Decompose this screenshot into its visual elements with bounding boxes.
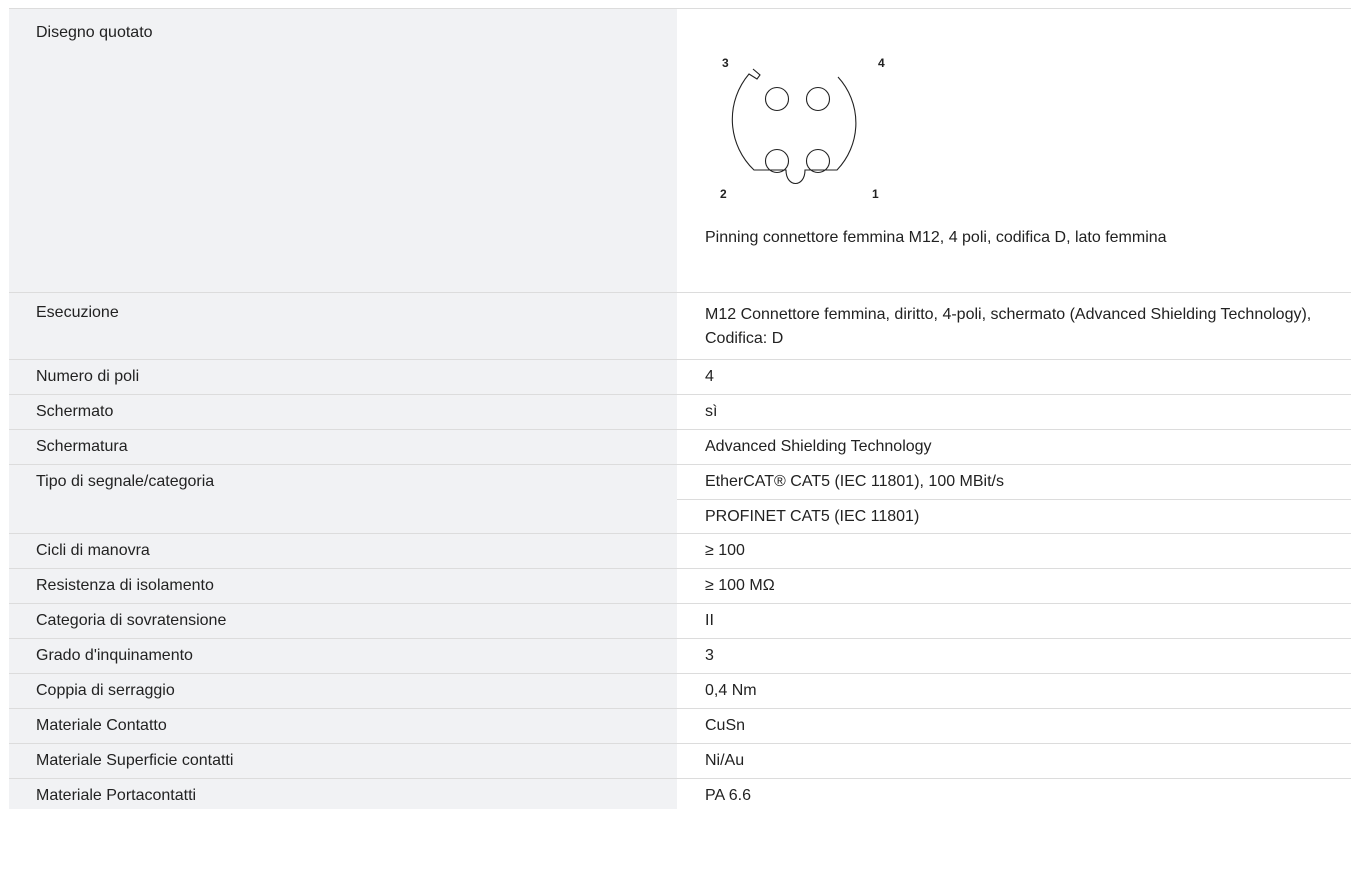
row-label: Resistenza di isolamento <box>9 569 677 603</box>
row-label: Materiale Superficie contatti <box>9 744 677 778</box>
row-value: 4 <box>705 368 714 385</box>
row-label: Categoria di sovratensione <box>9 604 677 638</box>
row-label: Numero di poli <box>9 360 677 394</box>
table-row: Coppia di serraggio 0,4 Nm <box>9 674 1351 709</box>
table-row: Esecuzione M12 Connettore femmina, dirit… <box>9 293 1351 360</box>
row-value: sì <box>705 403 718 420</box>
pin-label-2: 2 <box>720 187 727 199</box>
table-row: Schermato sì <box>9 395 1351 430</box>
row-value: ≥ 100 <box>705 542 745 559</box>
row-label: Disegno quotato <box>9 9 677 292</box>
row-value: CuSn <box>705 717 746 734</box>
pin-label-4: 4 <box>878 56 885 70</box>
row-label: Materiale Contatto <box>9 709 677 743</box>
row-label: Coppia di serraggio <box>9 674 677 708</box>
row-value: II <box>705 612 714 629</box>
pin-4-contact <box>805 86 831 112</box>
table-row: Resistenza di isolamento ≥ 100 MΩ <box>9 569 1351 604</box>
pin-1-contact <box>805 148 831 174</box>
table-row: Materiale Portacontatti PA 6.6 <box>9 779 1351 809</box>
table-row: Categoria di sovratensione II <box>9 604 1351 639</box>
row-value: PROFINET CAT5 (IEC 11801) <box>677 499 1351 533</box>
drawing-cell: 3 4 2 1 Pinning connettore femmina M12, … <box>677 9 1351 292</box>
row-label: Esecuzione <box>9 293 677 359</box>
drawing-caption: Pinning connettore femmina M12, 4 poli, … <box>705 229 1167 246</box>
row-label: Materiale Portacontatti <box>9 779 677 809</box>
row-value: 0,4 Nm <box>705 682 757 699</box>
row-label: Cicli di manovra <box>9 534 677 568</box>
table-row: Numero di poli 4 <box>9 360 1351 395</box>
row-value: Advanced Shielding Technology <box>705 438 932 455</box>
table-row: Tipo di segnale/categoria EtherCAT® CAT5… <box>9 465 1351 534</box>
pin-label-3: 3 <box>722 56 729 70</box>
row-value: EtherCAT® CAT5 (IEC 11801), 100 MBit/s <box>705 473 1004 490</box>
table-row-drawing: Disegno quotato 3 4 2 1 Pinning connetto… <box>9 9 1351 293</box>
row-label: Schermato <box>9 395 677 429</box>
table-row: Cicli di manovra ≥ 100 <box>9 534 1351 569</box>
row-value-group: EtherCAT® CAT5 (IEC 11801), 100 MBit/s P… <box>677 465 1351 533</box>
row-value: ≥ 100 MΩ <box>705 577 775 594</box>
row-label: Schermatura <box>9 430 677 464</box>
pin-3-contact <box>764 86 790 112</box>
pin-2-contact <box>764 148 790 174</box>
row-value: 3 <box>705 647 714 664</box>
row-value: Ni/Au <box>705 752 745 769</box>
row-value: M12 Connettore femmina, diritto, 4-poli,… <box>705 306 1312 347</box>
spec-table: Disegno quotato 3 4 2 1 Pinning connetto… <box>9 8 1351 809</box>
table-row: Materiale Superficie contatti Ni/Au <box>9 744 1351 779</box>
m12-pinout-drawing: 3 4 2 1 <box>720 56 885 199</box>
table-row: Materiale Contatto CuSn <box>9 709 1351 744</box>
row-value: PA 6.6 <box>705 787 751 804</box>
pin-label-1: 1 <box>872 187 879 199</box>
row-label: Grado d'inquinamento <box>9 639 677 673</box>
row-label: Tipo di segnale/categoria <box>9 465 677 533</box>
table-row: Grado d'inquinamento 3 <box>9 639 1351 674</box>
table-row: Schermatura Advanced Shielding Technolog… <box>9 430 1351 465</box>
